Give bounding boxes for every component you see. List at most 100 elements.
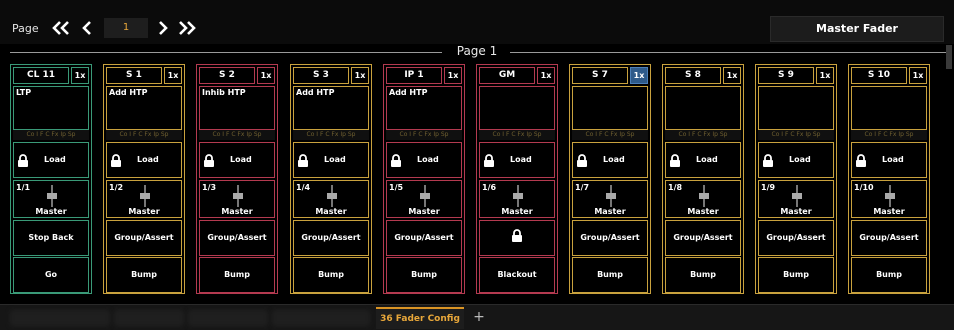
fader-button-2[interactable]: Bump — [665, 257, 741, 293]
fader-playback[interactable]: S 7 1x Co I F C Fx Ip Sp Load 1/7 Master Group… — [569, 64, 651, 294]
fader-master-label: Master — [35, 207, 67, 216]
fader-cue-display[interactable] — [572, 86, 648, 130]
fader-load-button[interactable]: Load — [386, 142, 462, 178]
tab-blurred[interactable] — [188, 310, 268, 326]
fader-rate-button[interactable]: 1x — [909, 67, 927, 84]
fader-rate-button[interactable]: 1x — [351, 67, 369, 84]
fader-cue-display[interactable] — [479, 86, 555, 130]
fader-playback[interactable]: CL 11 1x LTP Co I F C Fx Ip Sp Load 1/1 Master… — [10, 64, 92, 294]
fader-name[interactable]: S 7 — [572, 67, 628, 84]
fader-playback[interactable]: S 10 1x Co I F C Fx Ip Sp Load 1/10 Master Gro… — [848, 64, 930, 294]
fader-button-1[interactable] — [479, 220, 555, 256]
fader-slider[interactable]: 1/4 Master — [293, 180, 369, 218]
fader-slider[interactable]: 1/5 Master — [386, 180, 462, 218]
fader-playback[interactable]: S 3 1x Add HTP Co I F C Fx Ip Sp Load 1/4 Mast… — [290, 64, 372, 294]
fader-playback[interactable]: S 2 1x Inhib HTP Co I F C Fx Ip Sp Load 1/3 Ma… — [196, 64, 278, 294]
fader-slider[interactable]: 1/10 Master — [851, 180, 927, 218]
fader-button-2[interactable]: Bump — [758, 257, 834, 293]
fader-button-1[interactable]: Group/Assert — [106, 220, 182, 256]
fader-cue-display[interactable]: Inhib HTP — [199, 86, 275, 130]
fader-playback[interactable]: IP 1 1x Add HTP Co I F C Fx Ip Sp Load 1/5 Mas… — [383, 64, 465, 294]
fader-name[interactable]: CL 11 — [13, 67, 69, 84]
fader-slider[interactable]: 1/7 Master — [572, 180, 648, 218]
fader-name[interactable]: S 8 — [665, 67, 721, 84]
fader-slider[interactable]: 1/1 Master — [13, 180, 89, 218]
fader-rate-button[interactable]: 1x — [164, 67, 182, 84]
fader-button-1-label: Group/Assert — [766, 233, 826, 242]
previous-page-button[interactable] — [76, 18, 98, 38]
fader-button-2[interactable]: Bump — [199, 257, 275, 293]
fader-playback[interactable]: S 8 1x Co I F C Fx Ip Sp Load 1/8 Master Group… — [662, 64, 744, 294]
fader-button-1[interactable]: Group/Assert — [851, 220, 927, 256]
fader-button-1[interactable]: Group/Assert — [572, 220, 648, 256]
lock-icon — [762, 153, 774, 172]
fader-load-button[interactable]: Load — [851, 142, 927, 178]
fader-button-1[interactable]: Group/Assert — [665, 220, 741, 256]
fader-cue-display[interactable]: Add HTP — [293, 86, 369, 130]
fader-button-1[interactable]: Group/Assert — [199, 220, 275, 256]
fader-load-button[interactable]: Load — [572, 142, 648, 178]
fader-rate-button[interactable]: 1x — [630, 67, 648, 84]
tab-blurred[interactable] — [10, 310, 110, 326]
fader-name[interactable]: S 9 — [758, 67, 814, 84]
scrollbar[interactable] — [946, 45, 952, 69]
add-tab-button[interactable]: + — [472, 309, 486, 325]
fader-name[interactable]: GM — [479, 67, 535, 84]
fader-load-button[interactable]: Load — [106, 142, 182, 178]
fader-rate-button[interactable]: 1x — [257, 67, 275, 84]
last-page-button[interactable] — [176, 18, 198, 38]
fader-load-button[interactable]: Load — [758, 142, 834, 178]
fader-rate-button[interactable]: 1x — [537, 67, 555, 84]
fader-name[interactable]: S 2 — [199, 67, 255, 84]
fader-load-button[interactable]: Load — [199, 142, 275, 178]
fader-button-1[interactable]: Group/Assert — [386, 220, 462, 256]
fader-name[interactable]: S 1 — [106, 67, 162, 84]
fader-button-2[interactable]: Bump — [572, 257, 648, 293]
fader-slider[interactable]: 1/6 Master — [479, 180, 555, 218]
fader-master-label: Master — [594, 207, 626, 216]
fader-button-2[interactable]: Bump — [106, 257, 182, 293]
fader-cue-display[interactable] — [758, 86, 834, 130]
fader-name[interactable]: IP 1 — [386, 67, 442, 84]
fader-name[interactable]: S 10 — [851, 67, 907, 84]
master-fader-button[interactable]: Master Fader — [770, 16, 944, 42]
fader-rate-button[interactable]: 1x — [71, 67, 89, 84]
fader-slider[interactable]: 1/3 Master — [199, 180, 275, 218]
fader-cue-display[interactable]: LTP — [13, 86, 89, 130]
first-page-button[interactable] — [50, 18, 72, 38]
next-page-button[interactable] — [152, 18, 174, 38]
fader-button-2[interactable]: Go — [13, 257, 89, 293]
fader-playback[interactable]: GM 1x Co I F C Fx Ip Sp Load 1/6 Master Blacko… — [476, 64, 558, 294]
fader-rate-button[interactable]: 1x — [723, 67, 741, 84]
fader-name[interactable]: S 3 — [293, 67, 349, 84]
fader-button-1[interactable]: Stop Back — [13, 220, 89, 256]
page-number-input[interactable]: 1 — [104, 18, 148, 38]
fader-button-2-label: Bump — [783, 270, 809, 279]
fader-button-2[interactable]: Bump — [386, 257, 462, 293]
fader-playback[interactable]: S 1 1x Add HTP Co I F C Fx Ip Sp Load 1/2 Mast… — [103, 64, 185, 294]
fader-cue-display[interactable]: Add HTP — [386, 86, 462, 130]
fader-button-2[interactable]: Blackout — [479, 257, 555, 293]
fader-button-2[interactable]: Bump — [293, 257, 369, 293]
fader-load-button[interactable]: Load — [479, 142, 555, 178]
fader-button-1[interactable]: Group/Assert — [758, 220, 834, 256]
fader-load-button[interactable]: Load — [293, 142, 369, 178]
fader-load-button[interactable]: Load — [13, 142, 89, 178]
fader-slider[interactable]: 1/2 Master — [106, 180, 182, 218]
fader-slider[interactable]: 1/8 Master — [665, 180, 741, 218]
fader-slider[interactable]: 1/9 Master — [758, 180, 834, 218]
fader-master-label: Master — [221, 207, 253, 216]
fader-button-1[interactable]: Group/Assert — [293, 220, 369, 256]
fader-cue-display[interactable]: Add HTP — [106, 86, 182, 130]
fader-rate-button[interactable]: 1x — [444, 67, 462, 84]
fader-rate-button[interactable]: 1x — [816, 67, 834, 84]
tab-blurred[interactable] — [114, 310, 184, 326]
tab-blurred[interactable] — [272, 310, 370, 326]
fader-cue-display[interactable] — [851, 86, 927, 130]
fader-playback[interactable]: S 9 1x Co I F C Fx Ip Sp Load 1/9 Master Group… — [755, 64, 837, 294]
tab-36-fader-config[interactable]: 36 Fader Config — [376, 307, 464, 329]
load-label: Load — [696, 155, 718, 164]
fader-cue-display[interactable] — [665, 86, 741, 130]
fader-load-button[interactable]: Load — [665, 142, 741, 178]
fader-button-2[interactable]: Bump — [851, 257, 927, 293]
